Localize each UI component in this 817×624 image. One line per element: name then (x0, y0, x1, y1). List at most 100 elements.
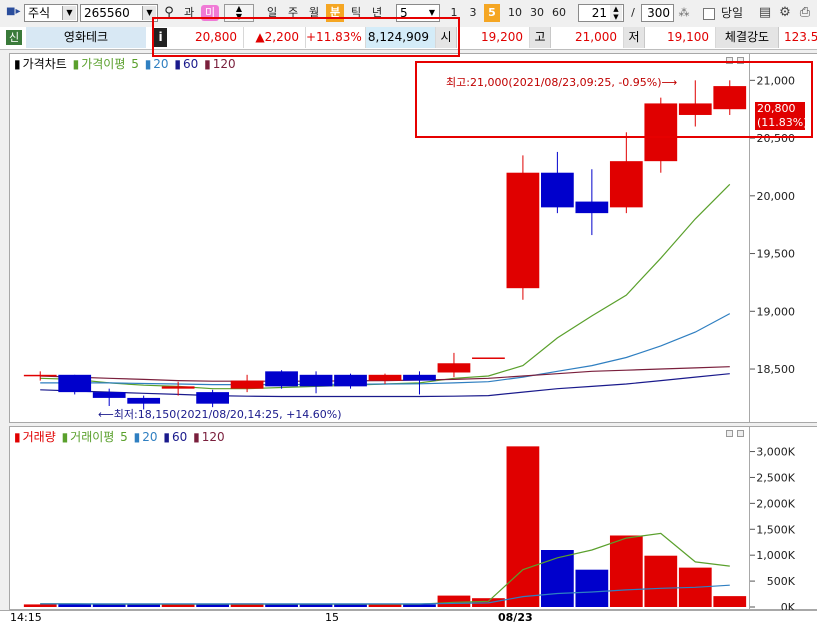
gear-icon[interactable]: ⚙ (777, 4, 793, 22)
period-button[interactable]: 주 (284, 4, 302, 22)
mi-button[interactable]: 미 (201, 5, 219, 21)
volume-tick-label: 3,000K (756, 446, 795, 459)
count-stepper-value: 21 (591, 6, 607, 20)
x-axis: 14:15 15 08/23 (0, 610, 817, 624)
settings-grid-icon[interactable]: ⁂ (676, 4, 692, 22)
volume-bar (575, 569, 609, 607)
chevron-down-icon: ▼ (142, 6, 156, 20)
period-button[interactable]: 년 (368, 4, 386, 22)
price-candle (541, 172, 574, 208)
volume-bar (644, 555, 678, 607)
price-tick-label: 19,500 (757, 248, 796, 261)
price-candle (196, 392, 229, 404)
stock-name: 영화테크 (26, 27, 146, 48)
period-button[interactable]: 틱 (347, 4, 365, 22)
volume-tick-label: 500K (767, 575, 796, 588)
chevron-down-icon: ▼ (62, 6, 76, 20)
current-price-marker-value: 20,800 (757, 102, 796, 115)
price-tick-label: 20,000 (757, 190, 796, 203)
trade-volume: 8,124,909 (366, 27, 436, 48)
toggle-panel-icon[interactable]: ■▸ (6, 6, 20, 18)
interval-button[interactable]: 10 (505, 4, 525, 22)
interval-button[interactable]: 30 (527, 4, 547, 22)
volume-tick-label: 0K (781, 601, 796, 610)
x-axis-label: 08/23 (498, 611, 533, 624)
interval-button[interactable]: 1 (446, 4, 462, 22)
period-button[interactable]: 분 (326, 4, 344, 22)
info-button[interactable]: i (154, 28, 167, 47)
up-down-spinner[interactable]: ▲ ▼ (224, 4, 254, 22)
strength-label: 체결강도 (716, 27, 779, 48)
stock-code-input[interactable]: 265560 ▼ (80, 4, 158, 22)
search-icon[interactable]: ⚲ (161, 4, 177, 22)
price-chart-svg: 21,000 20,500 20,000 19,500 19,000 18,500 (23, 74, 796, 410)
period-button[interactable]: 월 (305, 4, 323, 22)
price-candle (713, 86, 747, 110)
volume-bar (265, 604, 298, 607)
print-icon[interactable]: ⎙ (797, 4, 813, 22)
open-label: 시 (436, 27, 457, 48)
count-stepper[interactable]: 21 ▲ ▼ (578, 4, 624, 22)
same-day-checkbox[interactable] (703, 8, 715, 20)
quote-bar: 신 영화테크 i 20,800 ▲2,200 +11.83% 8,124,909… (0, 27, 817, 50)
low-label: 저 (624, 27, 645, 48)
price-tick-label: 21,000 (757, 74, 796, 87)
x-axis-label: 14:15 (10, 611, 42, 624)
chart-icon[interactable]: ▤ (757, 4, 773, 22)
current-price: 20,800 (170, 27, 244, 48)
same-day-label: 당일 (720, 6, 744, 20)
price-candle (334, 374, 367, 387)
x-axis-label: 15 (325, 611, 339, 624)
total-count-input[interactable]: 300 (641, 4, 674, 22)
gwa-button[interactable]: 과 (180, 4, 198, 22)
volume-bar (713, 596, 747, 607)
interval-select-value: 5 (400, 6, 408, 20)
volume-tick-label: 1,000K (756, 549, 795, 562)
volume-bar (299, 604, 333, 607)
price-candle (609, 161, 643, 208)
volume-bar (541, 550, 574, 607)
price-candle (230, 380, 264, 389)
price-tick-label: 20,500 (757, 132, 796, 145)
interval-button[interactable]: 5 (484, 4, 500, 22)
price-tick-label: 19,000 (757, 305, 796, 318)
top-toolbar: ■▸ 주식 ▼ 265560 ▼ ⚲ 과 미 ▲ ▼ 5 ▼ 21 ▲ ▼ / 30… (0, 0, 817, 28)
interval-select[interactable]: 5 ▼ (396, 4, 440, 22)
stepper-arrows-icon[interactable]: ▲ ▼ (610, 5, 622, 21)
price-candle (506, 172, 540, 289)
high-annotation: 최고:21,000(2021/08/23,09:25, -0.95%)⟶ (446, 76, 678, 89)
price-candle (644, 103, 678, 162)
volume-bar (23, 604, 57, 607)
price-tick-label: 18,500 (757, 363, 796, 376)
market-select[interactable]: 주식 ▼ (24, 4, 78, 22)
low-price: 19,100 (644, 27, 716, 48)
price-candle (127, 397, 161, 404)
open-price: 19,200 (456, 27, 530, 48)
price-candle (161, 386, 195, 389)
interval-button[interactable]: 3 (465, 4, 481, 22)
volume-bar (609, 535, 643, 607)
price-change: ▲2,200 (244, 27, 306, 48)
price-candle (265, 371, 298, 387)
high-label: 고 (530, 27, 551, 48)
price-candle (299, 374, 333, 387)
stock-code-value: 265560 (84, 6, 130, 20)
credit-badge: 신 (6, 30, 22, 45)
interval-button[interactable]: 60 (549, 4, 569, 22)
price-candle (92, 392, 126, 398)
price-candle (23, 374, 57, 377)
price-candle (403, 374, 436, 381)
price-candle (678, 103, 712, 115)
current-price-marker-pct: (11.83%) (757, 116, 808, 129)
period-button[interactable]: 일 (263, 4, 281, 22)
change-percent: +11.83% (306, 27, 366, 48)
total-count-value: 300 (647, 6, 670, 20)
price-candle (368, 374, 402, 381)
volume-tick-label: 2,000K (756, 497, 795, 510)
price-candle (575, 201, 609, 214)
volume-chart-svg: 3,000K 2,500K 2,000K 1,500K 1,000K 500K 0K (23, 446, 796, 610)
volume-tick-label: 1,500K (756, 523, 795, 536)
slash-separator: / (631, 6, 635, 19)
strength-value: 123.5 (784, 30, 817, 44)
price-candle (472, 357, 505, 359)
